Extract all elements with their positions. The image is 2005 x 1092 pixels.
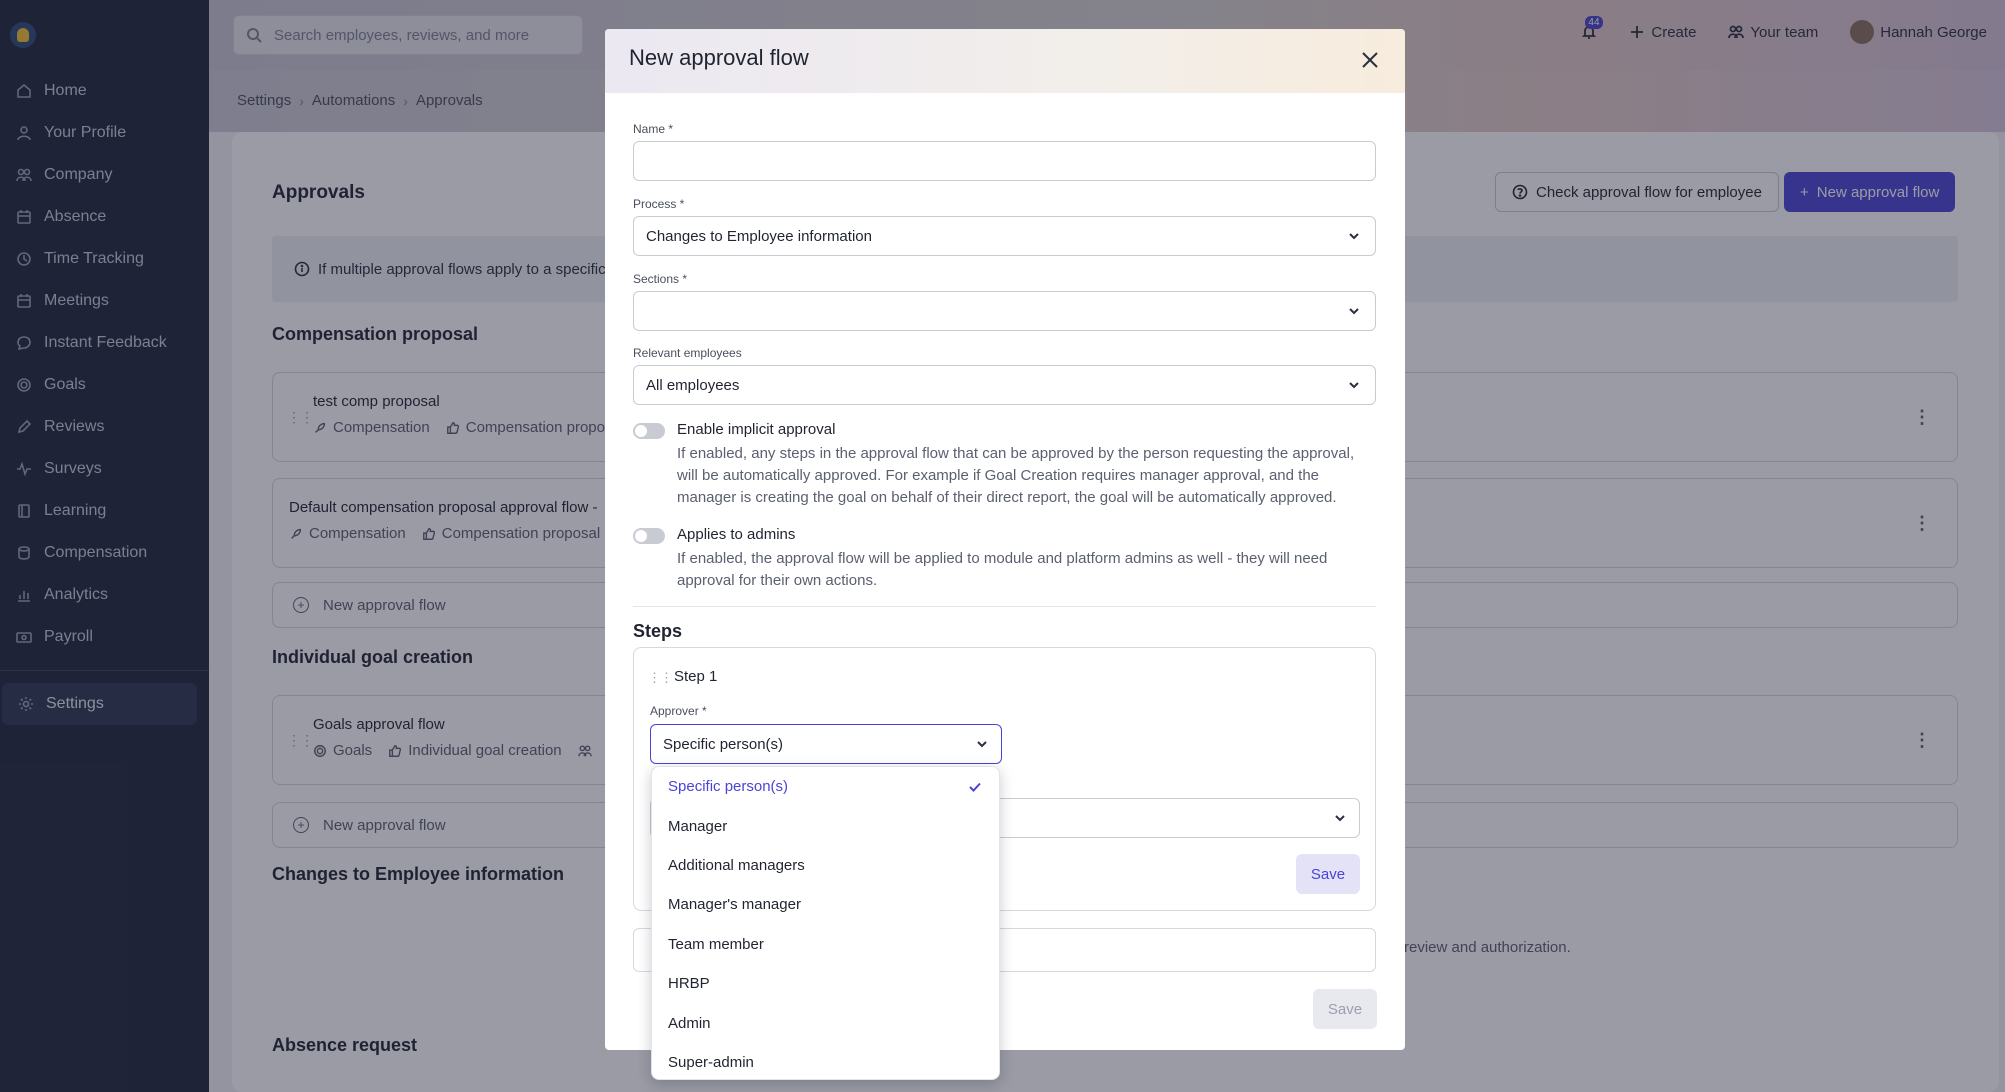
applies-to-admins-description: If enabled, the approval flow will be ap… xyxy=(677,550,1328,589)
name-label: Name * xyxy=(633,122,674,136)
modal-header: New approval flow xyxy=(605,29,1405,93)
sections-select[interactable] xyxy=(633,291,1376,331)
relevant-employees-select[interactable]: All employees xyxy=(633,365,1376,405)
implicit-approval-description: If enabled, any steps in the approval fl… xyxy=(677,445,1355,506)
dropdown-option-manager[interactable]: Manager xyxy=(652,806,999,845)
implicit-approval-toggle[interactable] xyxy=(633,423,665,439)
process-value: Changes to Employee information xyxy=(646,227,872,245)
section-divider xyxy=(633,606,1376,607)
option-label: Admin xyxy=(668,1014,711,1032)
option-label: Manager xyxy=(668,817,728,835)
close-button[interactable] xyxy=(1357,47,1383,73)
check-icon xyxy=(967,779,983,795)
approver-value: Specific person(s) xyxy=(663,735,784,753)
dropdown-option-managers-manager[interactable]: Manager's manager xyxy=(652,885,999,924)
option-label: Additional managers xyxy=(668,856,805,874)
applies-to-admins-title: Applies to admins xyxy=(677,526,796,543)
applies-to-admins-toggle[interactable] xyxy=(633,528,665,544)
approver-label: Approver * xyxy=(650,704,707,718)
dropdown-option-super-admin[interactable]: Super-admin xyxy=(652,1043,999,1082)
save-button[interactable]: Save xyxy=(1313,989,1377,1029)
sections-label: Sections * xyxy=(633,272,688,286)
relevant-employees-value: All employees xyxy=(646,376,740,394)
approver-select[interactable]: Specific person(s) xyxy=(650,724,1002,764)
dropdown-option-hrbp[interactable]: HRBP xyxy=(652,964,999,1003)
process-label: Process * xyxy=(633,197,685,211)
dropdown-option-specific-persons[interactable]: Specific person(s) xyxy=(652,767,999,806)
process-select[interactable]: Changes to Employee information xyxy=(633,216,1376,256)
option-label: HRBP xyxy=(668,975,710,993)
relevant-employees-label: Relevant employees xyxy=(633,346,742,360)
chevron-down-icon xyxy=(1347,229,1361,243)
step-title: Step 1 xyxy=(674,668,718,685)
option-label: Super-admin xyxy=(668,1053,754,1071)
dropdown-option-additional-managers[interactable]: Additional managers xyxy=(652,846,999,885)
close-icon xyxy=(1362,52,1378,68)
drag-handle-icon[interactable]: ⋮⋮ xyxy=(648,670,673,686)
name-field[interactable] xyxy=(633,141,1376,181)
option-label: Specific person(s) xyxy=(668,778,789,796)
option-label: Manager's manager xyxy=(668,896,801,914)
dropdown-option-team-member[interactable]: Team member xyxy=(652,925,999,964)
chevron-down-icon xyxy=(1347,378,1361,392)
steps-title: Steps xyxy=(633,621,683,641)
approver-dropdown: Specific person(s) Manager Additional ma… xyxy=(651,766,1000,1080)
dropdown-option-admin[interactable]: Admin xyxy=(652,1003,999,1042)
modal-title: New approval flow xyxy=(629,45,809,70)
chevron-down-icon xyxy=(975,737,989,755)
save-step-button[interactable]: Save xyxy=(1296,854,1360,894)
option-label: Team member xyxy=(668,935,764,953)
chevron-down-icon xyxy=(1347,304,1361,318)
implicit-approval-title: Enable implicit approval xyxy=(677,421,836,438)
chevron-down-icon xyxy=(1333,811,1347,830)
